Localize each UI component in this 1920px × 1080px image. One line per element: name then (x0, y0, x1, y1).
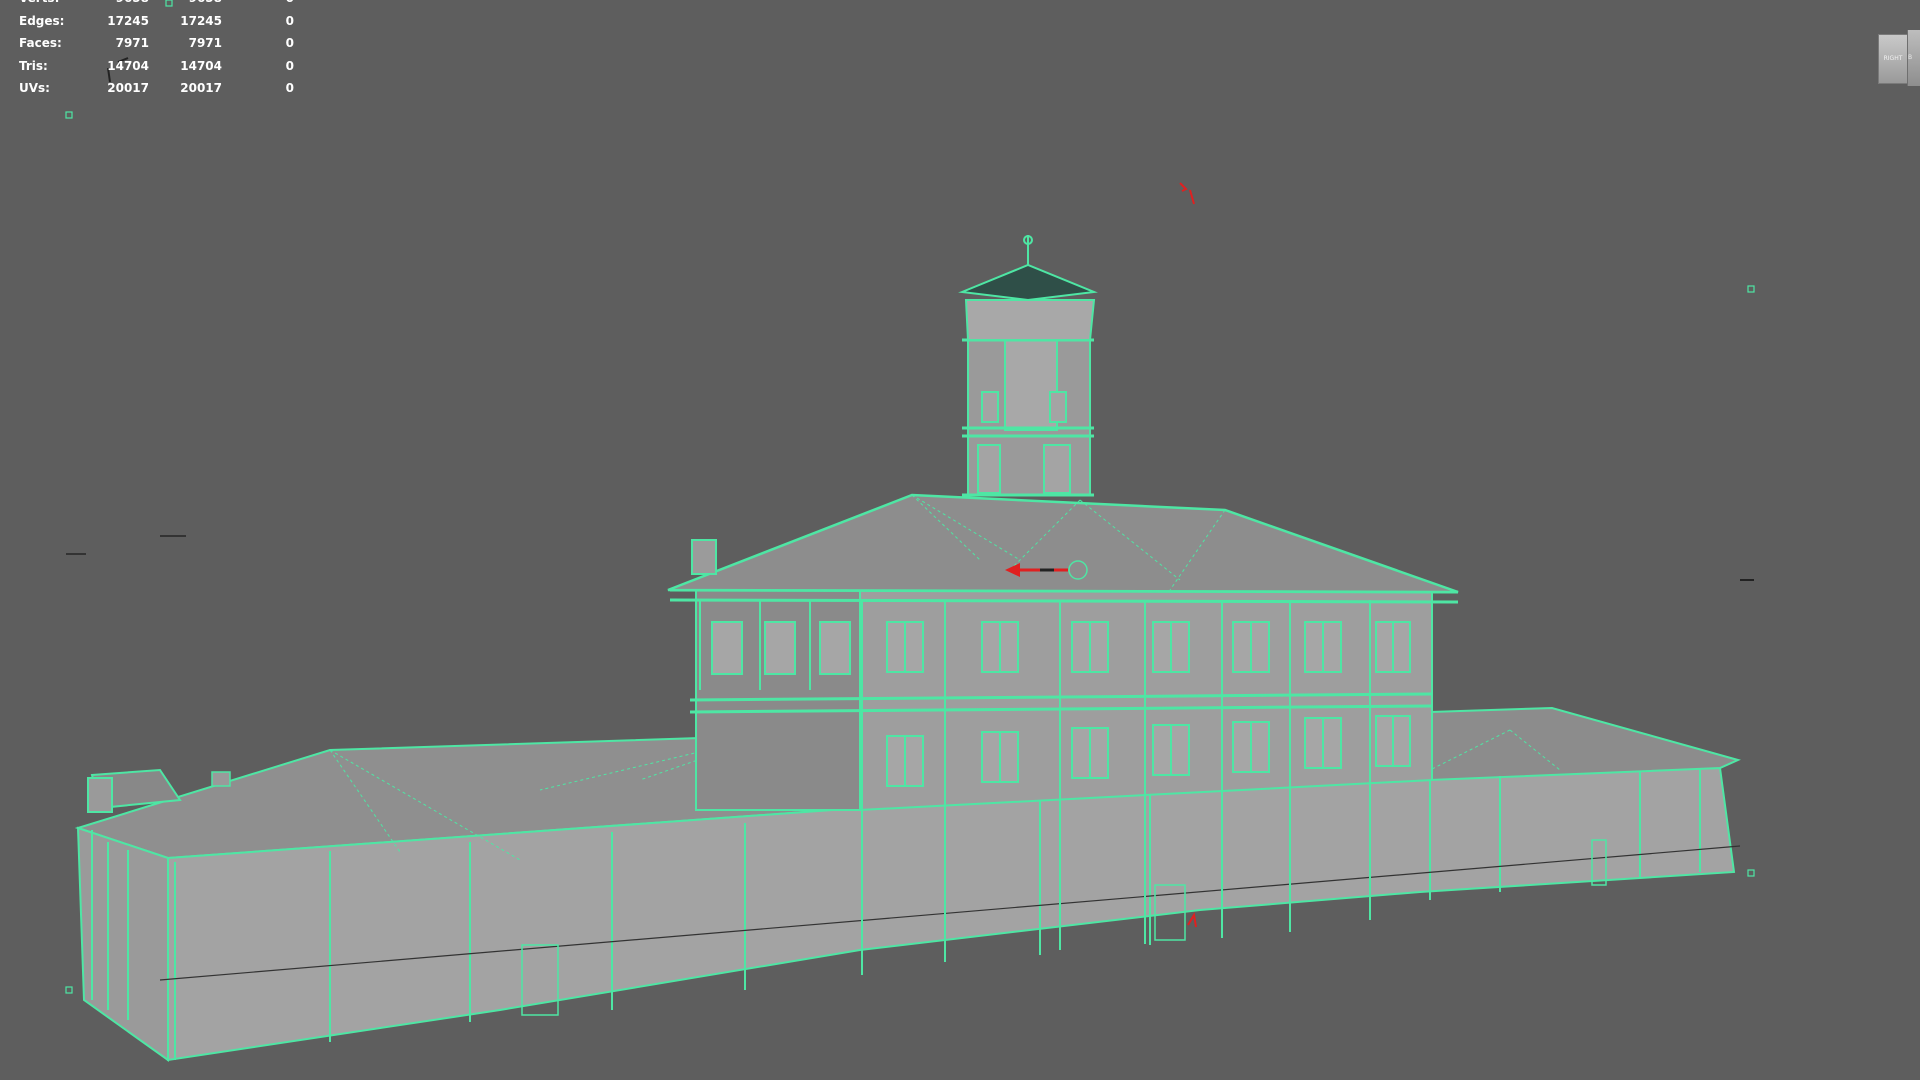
view-cube-right-face[interactable]: RIGHT (1878, 34, 1908, 84)
maya-viewport[interactable]: Verts: 9658 9658 0 Edges: 17245 17245 0 … (0, 0, 1920, 1080)
building-model-wireframe[interactable] (0, 0, 1920, 1080)
cupola-tower[interactable] (958, 235, 1098, 497)
view-cube-icon[interactable]: RIGHT B (1878, 30, 1920, 86)
view-cube-back-face[interactable]: B (1907, 30, 1920, 86)
